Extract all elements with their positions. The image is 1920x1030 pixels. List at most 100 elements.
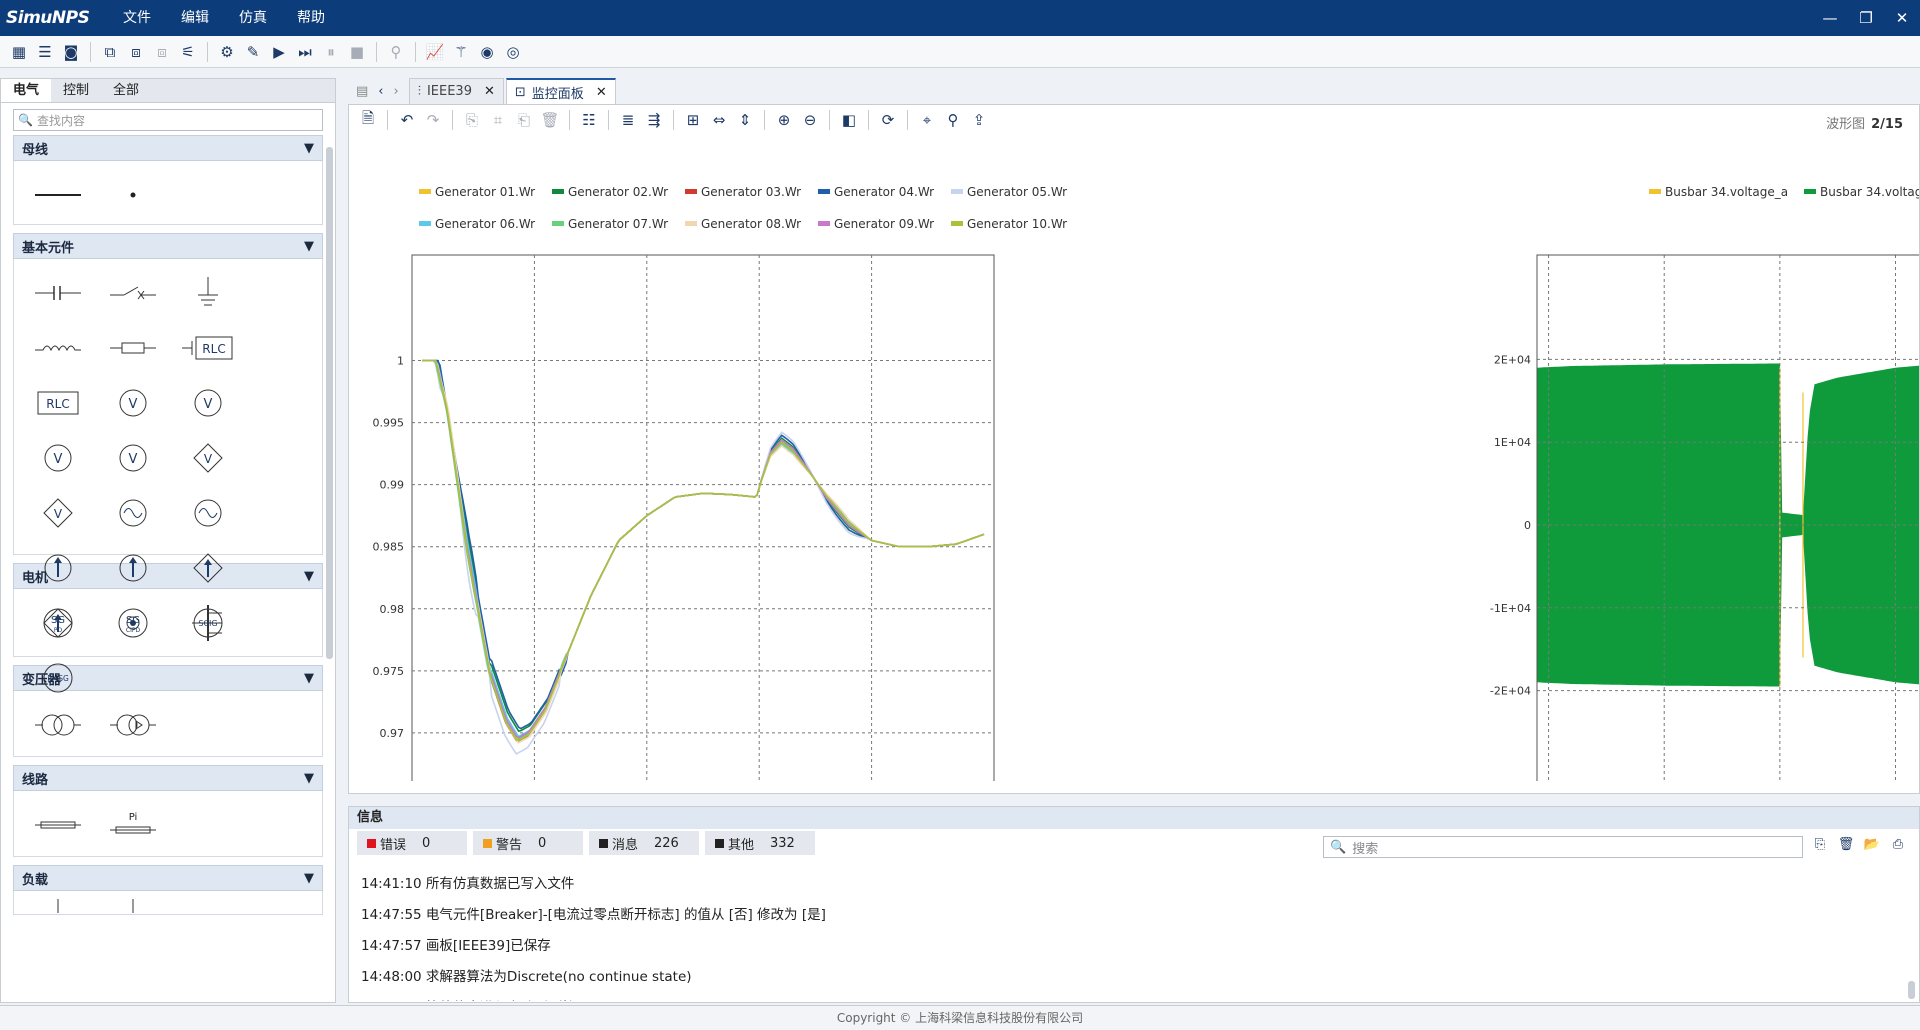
run-icon[interactable]: ▶ xyxy=(266,39,292,65)
info-search-input[interactable]: 🔍 搜索 xyxy=(1323,836,1803,858)
step-icon[interactable]: ⏭ xyxy=(292,39,318,65)
generator-speed-chart[interactable]: Generator 01.Wr Generator 02.Wr Generator … xyxy=(349,141,1139,781)
voltage-source-icon[interactable]: V xyxy=(95,375,170,430)
controlled-voltage-source-icon[interactable]: V xyxy=(170,430,245,485)
category-header[interactable]: 负载 ▼ xyxy=(13,865,323,891)
chevron-left-icon[interactable]: ‹ xyxy=(378,84,383,99)
crop-icon[interactable]: ⌗ xyxy=(485,107,511,133)
headset-icon[interactable]: ◎ xyxy=(500,39,526,65)
sg-cipd-icon[interactable]: SG CIPD xyxy=(95,595,170,650)
edit-icon[interactable]: ✎ xyxy=(240,39,266,65)
list-icon[interactable]: ☰ xyxy=(32,39,58,65)
pause-icon[interactable]: ⏸ xyxy=(318,39,344,65)
menu-file[interactable]: 文件 xyxy=(108,0,166,36)
copy-log-icon[interactable]: ⎘ xyxy=(1807,837,1833,852)
tab-monitor-panel[interactable]: ⊡ 监控面板 ✕ xyxy=(505,78,616,104)
voltage-source-dc-icon[interactable]: V xyxy=(20,430,95,485)
signal-icon[interactable]: ⚲ xyxy=(383,39,409,65)
open-folder-icon[interactable]: 📂 xyxy=(1859,837,1885,852)
export-icon[interactable]: ⇪ xyxy=(966,107,992,133)
category-header[interactable]: 变压器 ▼ xyxy=(13,665,323,691)
log-scrollbar[interactable] xyxy=(1908,981,1915,999)
redo-icon[interactable]: ↷ xyxy=(420,107,446,133)
rlc-branch-icon[interactable]: RLC xyxy=(170,320,245,375)
voltage-source-3-icon[interactable]: V xyxy=(95,430,170,485)
library-search-input[interactable]: 🔍 查找内容 xyxy=(13,109,323,131)
clear-log-icon[interactable]: 🗑 xyxy=(1833,837,1859,852)
crosshair-icon[interactable]: ⌖ xyxy=(914,107,940,133)
current-source-dc-icon[interactable] xyxy=(95,540,170,595)
filter-other[interactable]: 其他 332 xyxy=(705,831,815,855)
category-header[interactable]: 母线 ▼ xyxy=(13,135,323,161)
capacitor-icon[interactable] xyxy=(20,265,95,320)
tab-ieee39[interactable]: ⫶ IEEE39 ✕ xyxy=(408,78,504,104)
menu-simulation[interactable]: 仿真 xyxy=(224,0,282,36)
controlled-voltage-source-2-icon[interactable]: V xyxy=(20,485,95,540)
copy-icon[interactable]: ⎘ xyxy=(459,107,485,133)
load-1-icon[interactable] xyxy=(20,891,95,914)
ac-source-icon[interactable] xyxy=(95,485,170,540)
fit-height-icon[interactable]: ⇕ xyxy=(732,107,758,133)
close-icon[interactable]: ✕ xyxy=(1884,0,1920,36)
bus-node-icon[interactable] xyxy=(95,167,170,222)
refresh-icon[interactable]: ⟳ xyxy=(875,107,901,133)
board-icon[interactable]: ▤ xyxy=(356,84,368,99)
transformer-2w-icon[interactable] xyxy=(20,697,95,752)
paste-board-icon[interactable]: ⧈ xyxy=(149,39,175,65)
chart-icon[interactable]: 📈 xyxy=(422,39,448,65)
delete-icon[interactable]: 🗑 xyxy=(537,107,563,133)
fit-width-icon[interactable]: ⇔ xyxy=(706,107,732,133)
close-icon[interactable]: ✕ xyxy=(596,85,607,100)
document-icon[interactable]: 🗎 xyxy=(355,107,381,133)
zoom-out-icon[interactable]: ⊖ xyxy=(797,107,823,133)
busbar-voltage-chart[interactable]: Busbar 34.voltage_aBusbar 34.voltage_bBu… xyxy=(1139,141,1919,781)
undo-icon[interactable]: ↶ xyxy=(394,107,420,133)
busbar-line-icon[interactable] xyxy=(20,167,95,222)
tune-icon[interactable]: ⚚ xyxy=(448,39,474,65)
restore-icon[interactable]: ❐ xyxy=(1848,0,1884,36)
category-header[interactable]: 基本元件 ▼ xyxy=(13,233,323,259)
scig-icon[interactable]: SCIG xyxy=(170,595,245,650)
menu-edit[interactable]: 编辑 xyxy=(166,0,224,36)
ac-source-2-icon[interactable] xyxy=(170,485,245,540)
stop-icon[interactable]: ■ xyxy=(344,39,370,65)
menu-help[interactable]: 帮助 xyxy=(282,0,340,36)
align-icon[interactable]: ≣ xyxy=(615,107,641,133)
paste-icon[interactable]: ⎗ xyxy=(511,107,537,133)
compile-icon[interactable]: ⚙ xyxy=(214,39,240,65)
minimize-icon[interactable]: — xyxy=(1812,0,1848,36)
new-board-icon[interactable]: ⧉ xyxy=(97,39,123,65)
tab-control[interactable]: 控制 xyxy=(51,79,101,102)
zoom-in-icon[interactable]: ⊕ xyxy=(771,107,797,133)
dashboard-icon[interactable]: ▦ xyxy=(6,39,32,65)
close-icon[interactable]: ✕ xyxy=(484,84,495,99)
chevron-right-icon[interactable]: › xyxy=(394,84,399,99)
filter-errors[interactable]: 错误 0 xyxy=(357,831,467,855)
print-icon[interactable]: ⎙ xyxy=(1885,837,1911,852)
signal-select-icon[interactable]: ⚲ xyxy=(940,107,966,133)
voltage-source-ac-icon[interactable]: V xyxy=(170,375,245,430)
breaker-icon[interactable] xyxy=(95,265,170,320)
split-icon[interactable]: ◧ xyxy=(836,107,862,133)
line-icon[interactable] xyxy=(20,797,95,852)
sg-pd-icon[interactable]: SG PD xyxy=(20,595,95,650)
monitor-icon[interactable]: ◙ xyxy=(58,39,84,65)
rlc-load-icon[interactable]: RLC xyxy=(20,375,95,430)
layout-rows-icon[interactable]: ☷ xyxy=(576,107,602,133)
copy-board-icon[interactable]: ⧈ xyxy=(123,39,149,65)
controlled-current-source-icon[interactable] xyxy=(170,540,245,595)
gauge-icon[interactable]: ◉ xyxy=(474,39,500,65)
ground-icon[interactable] xyxy=(170,265,245,320)
align-right-icon[interactable]: ⇶ xyxy=(641,107,667,133)
transformer-3w-icon[interactable] xyxy=(95,697,170,752)
tab-all[interactable]: 全部 xyxy=(101,79,151,102)
fit-icon[interactable]: ⊞ xyxy=(680,107,706,133)
category-header[interactable]: 线路 ▼ xyxy=(13,765,323,791)
library-scrollbar[interactable] xyxy=(326,147,333,659)
pi-line-icon[interactable]: Pi xyxy=(95,797,170,852)
load-2-icon[interactable] xyxy=(95,891,170,914)
tab-electrical[interactable]: 电气 xyxy=(1,79,52,102)
inductor-icon[interactable] xyxy=(20,320,95,375)
resistor-icon[interactable] xyxy=(95,320,170,375)
settings-sliders-icon[interactable]: ⚟ xyxy=(175,39,201,65)
